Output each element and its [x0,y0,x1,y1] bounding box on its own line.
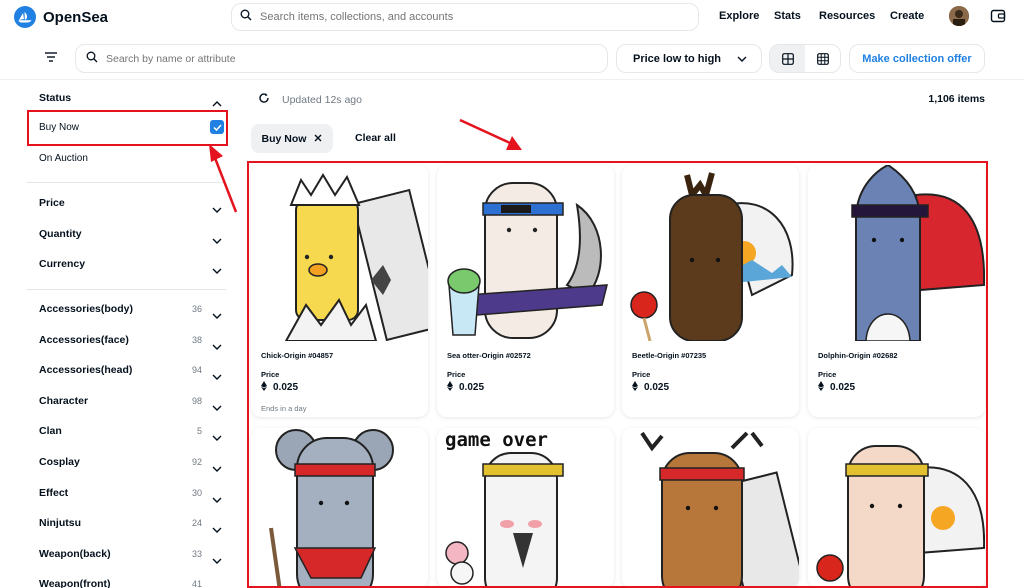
filter-sidebar: Status Buy Now On Auction Price Quantity… [0,80,240,588]
trait-count: 41 [191,579,202,588]
divider [26,182,226,183]
close-icon[interactable] [314,133,322,145]
trait-count: 24 [191,518,202,528]
trait-count: 36 [191,304,202,314]
nav-create[interactable]: Create [890,10,924,22]
red-arrow-annotation-sidebar [209,144,238,213]
sort-label: Price low to high [633,52,722,65]
top-navigation-bar: OpenSea Explore Stats Resources Create [0,0,1024,34]
trait-filter-weapon-front[interactable]: Weapon(front) [39,578,111,588]
results-grid-highlight-box [247,161,988,588]
collection-toolbar: Price low to high Make collection offer [0,38,1024,80]
chevron-down-icon[interactable] [212,367,222,380]
divider [26,289,226,290]
opensea-logo[interactable]: OpenSea [14,6,108,28]
large-grid-icon[interactable] [770,45,805,72]
trait-count: 5 [196,426,202,436]
trait-filter-ninjutsu[interactable]: Ninjutsu [39,517,81,529]
trait-count: 30 [191,488,202,498]
brand-name: OpenSea [43,8,109,26]
price-filter-title[interactable]: Price [39,197,65,209]
filter-toggle-icon[interactable] [44,50,58,68]
make-collection-offer-button[interactable]: Make collection offer [849,44,985,73]
nav-resources[interactable]: Resources [819,10,875,22]
global-search-input[interactable] [260,11,660,23]
opensea-logo-icon [14,6,36,28]
search-icon [240,8,252,26]
profile-avatar[interactable] [949,6,969,26]
chevron-down-icon[interactable] [212,337,222,350]
chevron-down-icon[interactable] [212,428,222,441]
chevron-down-icon[interactable] [212,581,222,588]
red-arrow-annotation-grid [459,118,522,150]
small-grid-icon[interactable] [805,45,840,72]
search-icon [86,50,98,68]
trait-count: 94 [191,365,202,375]
chevron-down-icon[interactable] [212,231,222,244]
updated-time-text: Updated 12s ago [282,93,362,106]
chip-label: Buy Now [261,132,307,145]
refresh-status-row: Updated 12s ago [258,92,362,107]
status-filter-title[interactable]: Status [39,92,71,104]
trait-count: 98 [191,396,202,406]
nav-explore[interactable]: Explore [719,10,759,22]
chevron-down-icon[interactable] [212,306,222,319]
sort-dropdown[interactable]: Price low to high [616,44,762,73]
chevron-down-icon[interactable] [212,398,222,411]
trait-filter-accessories-body[interactable]: Accessories(body) [39,303,133,315]
chevron-down-icon[interactable] [212,551,222,564]
trait-filter-cosplay[interactable]: Cosplay [39,456,80,468]
trait-filter-accessories-face[interactable]: Accessories(face) [39,334,129,346]
chevron-down-icon[interactable] [212,490,222,503]
items-count: 1,106 items [928,93,985,105]
chevron-down-icon[interactable] [212,459,222,472]
currency-filter-title[interactable]: Currency [39,258,85,270]
active-filter-chip-buy-now[interactable]: Buy Now [251,124,333,153]
chevron-up-icon[interactable] [212,94,222,107]
status-option-on-auction[interactable]: On Auction [39,153,88,164]
chevron-down-icon[interactable] [212,261,222,274]
trait-filter-clan[interactable]: Clan [39,425,62,437]
attribute-search-input[interactable] [106,52,586,65]
clear-all-button[interactable]: Clear all [355,132,396,144]
trait-filter-accessories-head[interactable]: Accessories(head) [39,364,132,376]
refresh-icon[interactable] [258,92,270,107]
attribute-search-box[interactable] [75,44,608,73]
trait-count: 92 [191,457,202,467]
chevron-down-icon[interactable] [212,520,222,533]
trait-count: 33 [191,549,202,559]
trait-filter-effect[interactable]: Effect [39,487,68,499]
grid-view-toggle [769,44,841,73]
trait-count: 38 [191,335,202,345]
trait-filter-character[interactable]: Character [39,395,88,407]
trait-filter-weapon-back[interactable]: Weapon(back) [39,548,111,560]
nav-stats[interactable]: Stats [774,10,801,22]
quantity-filter-title[interactable]: Quantity [39,228,82,240]
buy-now-highlight-box [27,110,228,146]
global-search-box[interactable] [231,3,699,31]
chevron-down-icon [737,53,747,65]
wallet-icon[interactable] [990,8,1006,29]
